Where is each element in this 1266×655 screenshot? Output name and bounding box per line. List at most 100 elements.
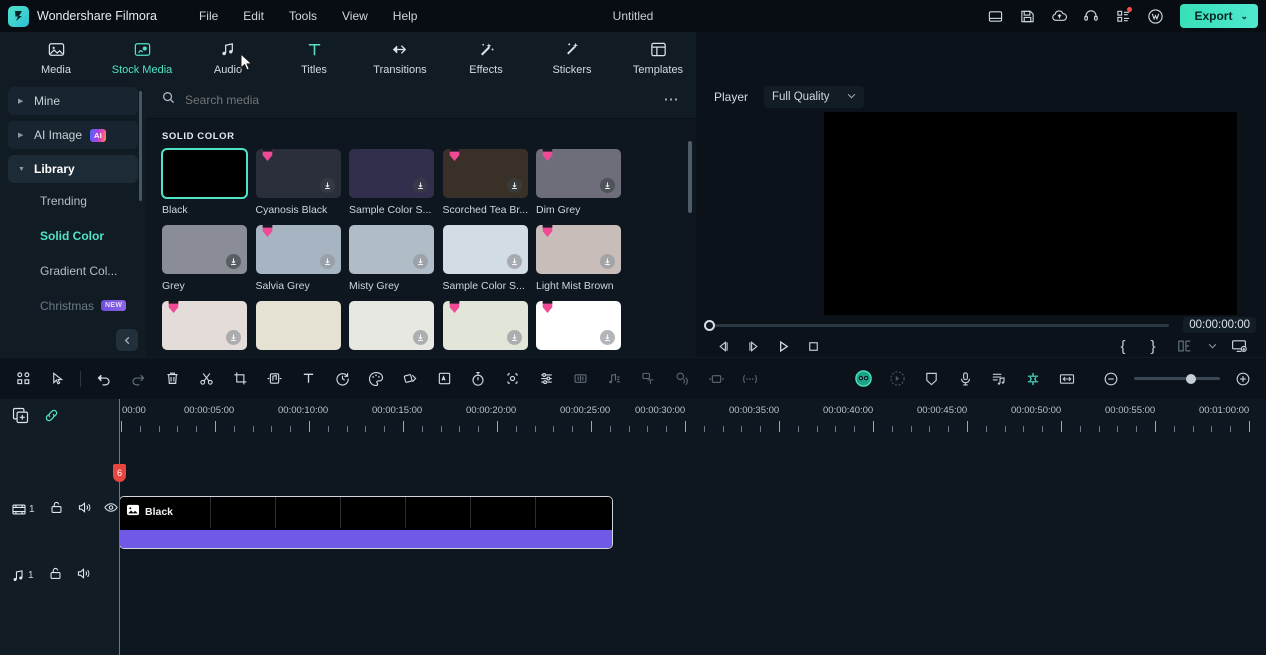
sidebar-item-solid-color[interactable]: Solid Color [8,218,138,253]
media-item[interactable] [442,301,537,350]
menu-view[interactable]: View [330,4,380,28]
download-icon[interactable] [413,178,428,193]
sidebar-item-gradient-color[interactable]: Gradient Col... [8,253,138,288]
download-icon[interactable] [226,330,241,345]
media-thumbnail[interactable] [162,225,247,274]
mute-speaker-icon[interactable] [78,501,92,517]
timeline-tracks[interactable]: Black [119,437,1266,655]
text-icon[interactable] [291,366,325,392]
safe-zone-chevron-icon[interactable] [1204,335,1220,357]
ai-audio-icon[interactable] [665,366,699,392]
audio-ducking-icon[interactable] [597,366,631,392]
eye-visible-icon[interactable] [103,502,118,516]
seek-handle[interactable] [704,319,715,331]
prev-frame-button[interactable] [708,335,738,357]
quality-dropdown[interactable]: Full Quality [764,85,865,108]
audio-detach-icon[interactable] [257,366,291,392]
media-item[interactable] [536,301,630,350]
media-item[interactable]: Misty Grey [349,225,443,292]
tab-transitions[interactable]: Transitions [368,38,432,76]
add-media-icon[interactable] [12,407,29,429]
seek-slider[interactable] [704,319,1170,331]
crop-icon[interactable] [223,366,257,392]
media-item[interactable] [162,301,256,350]
download-icon[interactable] [319,178,335,193]
delete-trash-icon[interactable] [155,366,189,392]
undo-icon[interactable] [87,366,121,392]
tab-templates[interactable]: Templates [626,38,690,76]
tab-effects[interactable]: Effects [454,38,518,76]
lock-icon[interactable] [49,567,62,583]
more-options-icon[interactable]: ⋯ [664,92,681,107]
adjust-sliders-icon[interactable] [529,366,563,392]
download-icon[interactable] [506,330,522,345]
menu-tools[interactable]: Tools [277,4,329,28]
split-scissors-icon[interactable] [189,366,223,392]
media-item[interactable]: Dim Grey [536,149,630,216]
download-icon[interactable] [600,254,615,269]
video-preview-canvas[interactable] [824,112,1237,315]
tab-audio[interactable]: Audio [196,38,260,76]
media-item[interactable]: Sample Color S... [349,149,443,216]
media-item[interactable]: Salvia Grey [255,225,350,292]
marker-icon[interactable] [699,366,733,392]
media-item[interactable] [255,301,350,350]
media-thumbnail[interactable] [255,301,341,350]
ai-copilot-icon[interactable] [846,366,880,392]
download-icon[interactable] [600,330,615,345]
export-chevron-icon[interactable]: ⌄ [1240,11,1254,22]
sidebar-item-trending[interactable]: Trending [8,183,138,218]
save-icon[interactable] [1014,3,1040,29]
mute-speaker-icon[interactable] [77,567,91,583]
keyframe-stopwatch-icon[interactable] [461,366,495,392]
select-cursor-icon[interactable] [40,366,74,392]
play-button[interactable] [768,335,798,357]
audio-mixer-icon[interactable] [982,366,1016,392]
screen-record-icon[interactable] [982,3,1008,29]
sidebar-item-ai-image[interactable]: ▶ AI Image AI [8,121,138,149]
menu-file[interactable]: File [187,4,230,28]
download-icon[interactable] [413,254,428,269]
media-item[interactable]: Scorched Tea Br... [442,149,537,216]
search-input[interactable] [185,92,654,107]
apps-grid-icon[interactable] [1110,3,1136,29]
sidebar-scrollbar[interactable] [139,91,142,201]
tab-stock-media[interactable]: Stock Media [110,38,174,76]
snap-magnet-icon[interactable] [1016,366,1050,392]
safe-zone-button[interactable] [1170,335,1200,357]
media-thumbnail[interactable] [255,149,341,198]
support-headset-icon[interactable] [1078,3,1104,29]
media-thumbnail[interactable] [536,149,621,198]
stop-button[interactable] [798,335,828,357]
download-icon[interactable] [319,254,335,269]
sidebar-item-christmas[interactable]: Christmas NEW [8,288,138,323]
speed-icon[interactable] [325,366,359,392]
sidebar-item-library[interactable]: ▼ Library [8,155,138,183]
zoom-in-icon[interactable] [1226,366,1260,392]
shield-icon[interactable] [914,366,948,392]
ai-smart-icon[interactable] [880,366,914,392]
tab-stickers[interactable]: Stickers [540,38,604,76]
zoom-slider-handle[interactable] [1186,373,1196,384]
redo-icon[interactable] [121,366,155,392]
snapshot-button[interactable] [1224,335,1254,357]
mark-out-button[interactable]: } [1140,338,1166,355]
download-icon[interactable] [506,178,522,193]
next-frame-button[interactable] [738,335,768,357]
media-thumbnail[interactable] [442,225,528,274]
download-icon[interactable] [600,178,615,193]
menu-help[interactable]: Help [381,4,430,28]
layout-grid-icon[interactable] [6,366,40,392]
media-thumbnail[interactable] [161,148,248,199]
download-icon[interactable] [226,254,241,269]
timeline-zoom-slider[interactable] [1134,373,1220,384]
color-palette-icon[interactable] [359,366,393,392]
collapse-sidebar-button[interactable] [116,329,138,351]
media-thumbnail[interactable] [536,225,621,274]
voiceover-mic-icon[interactable] [948,366,982,392]
sidebar-item-mine[interactable]: ▶ Mine [8,87,138,115]
zoom-out-icon[interactable] [1094,366,1128,392]
download-icon[interactable] [413,330,428,345]
media-thumbnail[interactable] [162,301,247,350]
media-panel-scrollbar[interactable] [688,141,692,213]
